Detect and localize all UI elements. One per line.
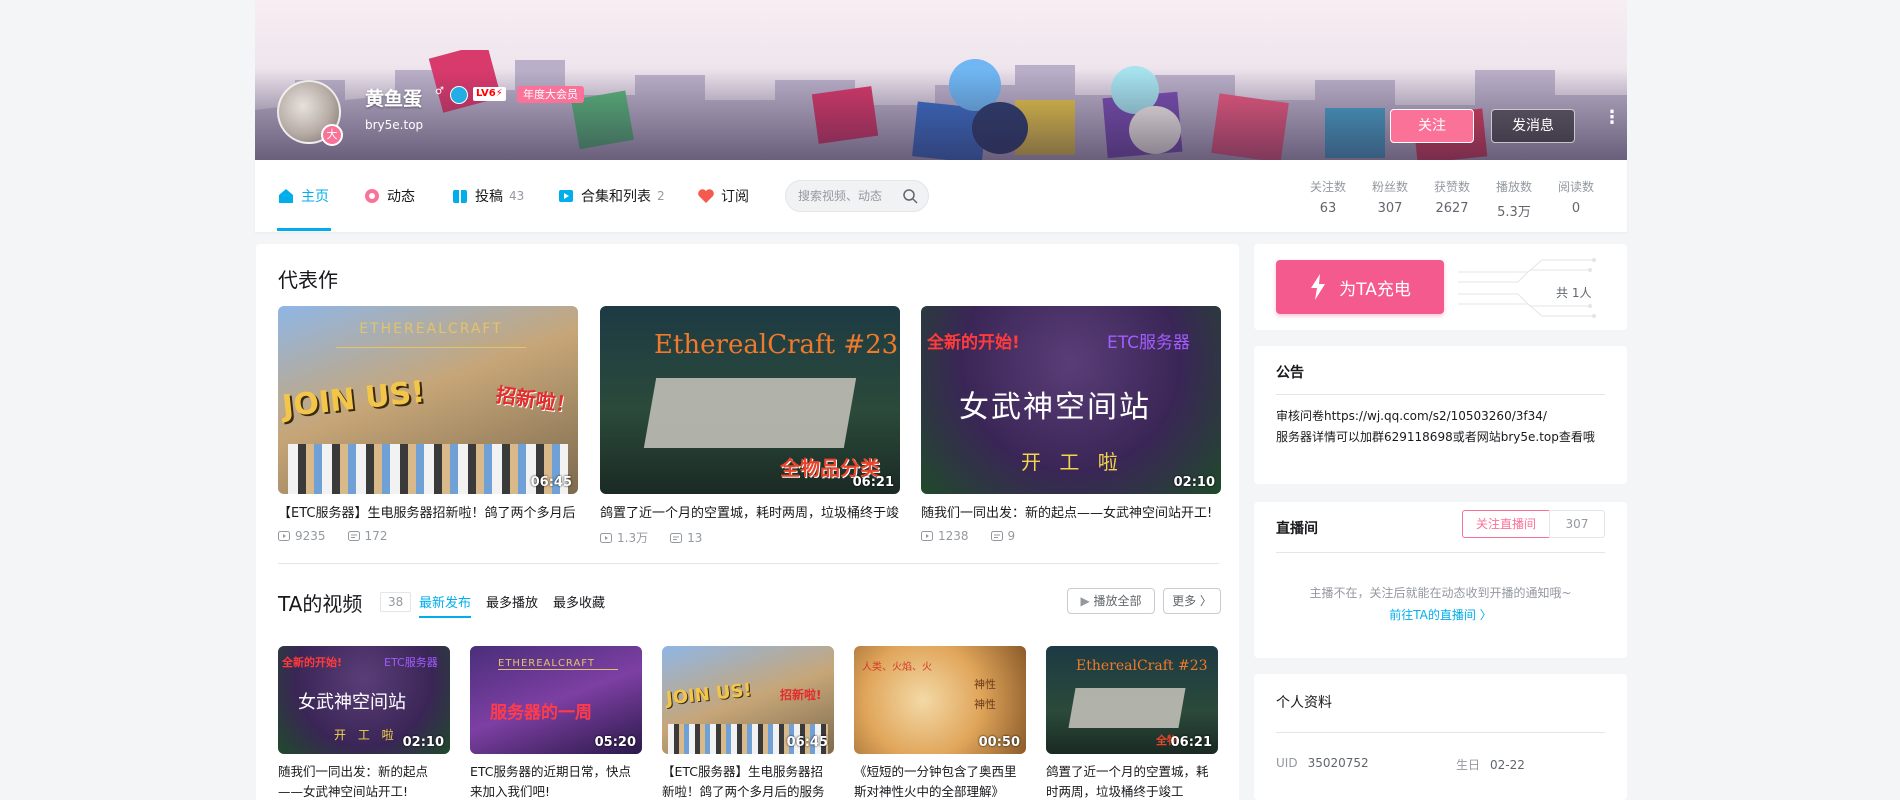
video-thumbnail[interactable]: 人类、火焰、火 神性 神性 00:50 (854, 646, 1026, 754)
main-content: 代表作 ETHEREALCRAFT JOIN US! 招新啦！ 06:45 【E… (256, 244, 1239, 800)
profile-info-card: 个人资料 UID 35020752 生日 02-22 (1254, 674, 1627, 800)
play-all-icon: ▶ (1080, 594, 1094, 608)
follow-button[interactable]: 关注 (1390, 109, 1474, 143)
video-card[interactable]: 人类、火焰、火 神性 神性 00:50 《短短的一分钟包含了奥西里斯对神性火中的… (854, 646, 1026, 800)
video-card[interactable]: JOIN US! 招新啦! 06:45 【ETC服务器】生电服务器招新啦！鸽了两… (662, 646, 834, 800)
play-icon (921, 531, 933, 541)
play-icon (278, 531, 290, 541)
tv-badge-icon (450, 86, 468, 104)
follow-live-button[interactable]: 关注直播间 (1462, 510, 1550, 538)
stat-likes: 获赞数 2627 (1433, 180, 1470, 216)
danmaku-icon (347, 531, 360, 541)
featured-video-card[interactable]: 全新的开始! ETC服务器 女武神空间站 开 工 啦 02:10 随我们一同出发… (921, 306, 1221, 543)
video-card[interactable]: 全新的开始! ETC服务器 女武神空间站 开 工 啦 02:10 随我们一同出发… (278, 646, 450, 800)
tab-subscriptions[interactable]: 订阅 (697, 186, 749, 206)
stat-following[interactable]: 关注数 63 (1300, 178, 1356, 216)
video-count-badge: 38 (380, 592, 412, 612)
featured-video-card[interactable]: ETHEREALCRAFT JOIN US! 招新啦！ 06:45 【ETC服务… (278, 306, 578, 543)
go-live-room-link[interactable]: 前往TA的直播间 〉 (1254, 606, 1627, 623)
more-videos-button[interactable]: 更多 〉 (1163, 588, 1221, 614)
video-title[interactable]: 随我们一同出发：新的起点——女武神空间站开工! (921, 502, 1221, 521)
level-badge: LV6⚡ (473, 87, 506, 101)
gender-icon: ♂ (435, 86, 444, 97)
charge-card: 为TA充电 共 1人 (1254, 244, 1627, 330)
sort-newest[interactable]: 最新发布 (419, 592, 471, 611)
video-card[interactable]: ETHEREALCRAFT 服务器的一周 05:20 ETC服务器的近期日常，快… (470, 646, 642, 800)
video-card[interactable]: EtherealCraft #23 全物 06:21 鸽置了近一个月的空置城，耗… (1046, 646, 1218, 800)
tab-dynamic[interactable]: 动态 (363, 186, 415, 206)
sort-most-favorited[interactable]: 最多收藏 (553, 592, 605, 611)
video-title[interactable]: 《短短的一分钟包含了奥西里斯对神性火中的全部理解》 (854, 762, 1026, 800)
vip-badge[interactable]: 年度大会员 (517, 86, 584, 103)
birthday-row: 生日 02-22 (1456, 758, 1525, 772)
heart-icon (698, 189, 714, 203)
featured-title: 代表作 (278, 268, 338, 292)
sort-most-played[interactable]: 最多播放 (486, 592, 538, 611)
stat-followers[interactable]: 粉丝数 307 (1362, 178, 1418, 216)
danmaku-count: 13 (670, 529, 702, 546)
stat-plays: 播放数 5.3万 (1495, 180, 1532, 220)
tab-collections[interactable]: 合集和列表 2 (557, 186, 665, 206)
video-title[interactable]: 随我们一同出发：新的起点——女武神空间站开工! (278, 762, 450, 800)
play-all-button[interactable]: ▶ 播放全部 (1067, 588, 1155, 614)
play-count: 1.3万 (600, 529, 648, 546)
video-title[interactable]: 【ETC服务器】生电服务器招新啦！鸽了两个多月后的服务 (662, 762, 834, 800)
live-room-card: 直播间 关注直播间 307 主播不在，关注后就能在动态收到开播的通知哦~ 前往T… (1254, 502, 1627, 658)
video-thumbnail[interactable]: 全新的开始! ETC服务器 女武神空间站 开 工 啦 02:10 (921, 306, 1221, 494)
stat-reads: 阅读数 0 (1557, 180, 1594, 216)
charge-total: 共 1人 (1556, 286, 1592, 300)
charge-button[interactable]: 为TA充电 (1276, 260, 1444, 314)
collection-icon (559, 190, 573, 202)
notice-card: 公告 审核问卷https://wj.qq.com/s2/10503260/3f3… (1254, 346, 1627, 484)
notice-content: 审核问卷https://wj.qq.com/s2/10503260/3f34/ … (1276, 409, 1595, 444)
search-input[interactable]: 搜索视频、动态 (785, 180, 929, 212)
video-thumbnail[interactable]: JOIN US! 招新啦! 06:45 (662, 646, 834, 754)
danmaku-count: 172 (347, 529, 387, 543)
video-thumbnail[interactable]: 全新的开始! ETC服务器 女武神空间站 开 工 啦 02:10 (278, 646, 450, 754)
video-title[interactable]: 鸽置了近一个月的空置城，耗时两周，垃圾桶终于竣工 (1046, 762, 1218, 800)
more-options-icon[interactable]: ⋮ (1603, 109, 1621, 127)
profile-nav: 主页 动态 投稿 43 合集和列表 2 订阅 搜索视频、动态 关注数 63 粉丝… (255, 160, 1627, 232)
username: 黄鱼蛋 (365, 88, 423, 110)
video-title[interactable]: 【ETC服务器】生电服务器招新啦！鸽了两个多月后 (278, 502, 578, 521)
play-count: 1238 (921, 529, 969, 543)
video-title[interactable]: 鸽置了近一个月的空置城，耗时两周，垃圾桶终于竣 (600, 502, 900, 521)
user-sign: bry5e.top (365, 118, 424, 132)
video-thumbnail[interactable]: ETHEREALCRAFT 服务器的一周 05:20 (470, 646, 642, 754)
video-thumbnail[interactable]: EtherealCraft #23 全物 06:21 (1046, 646, 1218, 754)
live-follow-count: 307 (1549, 510, 1605, 538)
sort-active-indicator (419, 616, 471, 618)
profile-info-title: 个人资料 (1276, 695, 1332, 711)
video-thumbnail[interactable]: EtherealCraft #23 全物品分类 06:21 (600, 306, 900, 494)
section-divider (278, 563, 1219, 564)
danmaku-count: 9 (990, 529, 1015, 543)
videos-title: TA的视频 (278, 592, 363, 616)
message-button[interactable]: 发消息 (1491, 109, 1575, 143)
play-icon (600, 532, 612, 543)
video-title[interactable]: ETC服务器的近期日常，快点来加入我们吧! (470, 762, 642, 800)
dynamic-icon (365, 189, 379, 203)
uid-row: UID 35020752 (1276, 756, 1369, 770)
lightning-icon (1311, 274, 1326, 300)
video-thumbnail[interactable]: ETHEREALCRAFT JOIN US! 招新啦！ 06:45 (278, 306, 578, 494)
play-count: 9235 (278, 529, 326, 543)
profile-banner: 大 黄鱼蛋 ♂ LV6⚡ 年度大会员 bry5e.top 关注 发消息 ⋮ (255, 0, 1627, 160)
upload-icon (453, 190, 467, 203)
avatar-badge: 大 (321, 124, 343, 146)
tab-uploads[interactable]: 投稿 43 (451, 186, 524, 206)
search-icon[interactable] (902, 188, 918, 204)
danmaku-icon (990, 531, 1003, 541)
featured-video-card[interactable]: EtherealCraft #23 全物品分类 06:21 鸽置了近一个月的空置… (600, 306, 900, 546)
chevron-right-icon: 〉 (1196, 594, 1212, 608)
home-icon (279, 189, 293, 203)
danmaku-icon (670, 532, 683, 543)
live-room-title: 直播间 (1276, 521, 1318, 537)
active-tab-indicator (277, 228, 331, 231)
live-offline-message: 主播不在，关注后就能在动态收到开播的通知哦~ (1309, 586, 1572, 600)
tab-home[interactable]: 主页 (277, 186, 329, 206)
notice-title: 公告 (1276, 365, 1304, 381)
